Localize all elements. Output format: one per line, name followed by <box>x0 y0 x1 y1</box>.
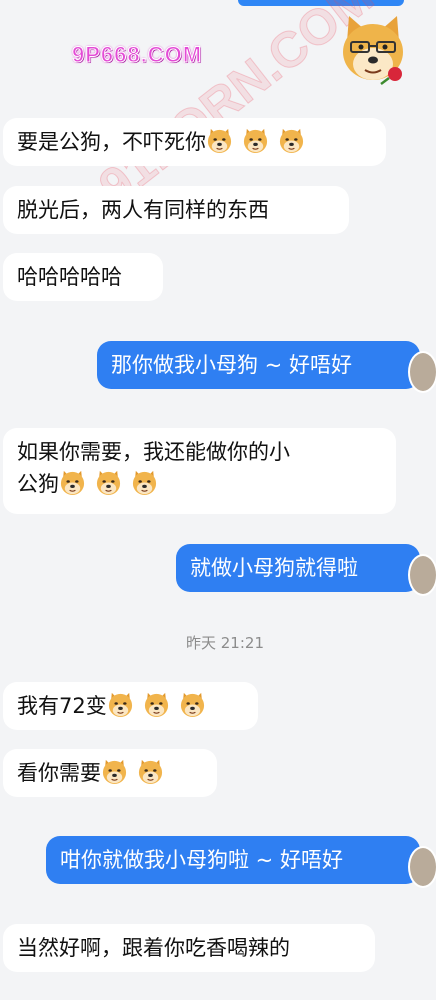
site-watermark: 9P668.COM <box>71 42 203 68</box>
outgoing-message-bubble[interactable]: 咁你就做我小母狗啦 ~ 好唔好 <box>46 836 436 888</box>
message-text: 咁你就做我小母狗啦 ~ 好唔好 <box>60 848 343 872</box>
doge-emoji-icon <box>95 469 122 496</box>
message-text: 如果你需要，我还能做你的小 <box>17 440 290 464</box>
incoming-message-bubble[interactable]: 看你需要 <box>3 749 217 797</box>
message-text: 看你需要 <box>17 761 101 785</box>
avatar[interactable] <box>408 554 436 596</box>
outgoing-message-bubble[interactable]: 那你做我小母狗 ~ 好唔好 <box>97 341 436 393</box>
doge-emoji-icon <box>137 758 164 785</box>
doge-sticker-icon <box>343 16 403 85</box>
message-text: 就做小母狗就得啦 <box>190 556 358 580</box>
timestamp: 昨天 21:21 <box>186 634 264 652</box>
doge-emoji-icon <box>143 691 170 718</box>
doge-emoji-icon <box>131 469 158 496</box>
incoming-message-bubble[interactable]: 我有72变 <box>3 682 258 730</box>
message-text: 当然好啊，跟着你吃香喝辣的 <box>17 936 290 960</box>
doge-emoji-icon <box>59 469 86 496</box>
message-text: 那你做我小母狗 ~ 好唔好 <box>111 353 352 377</box>
incoming-message-bubble[interactable]: 哈哈哈哈哈 <box>3 253 163 301</box>
message-text: 公狗 <box>17 472 59 496</box>
doge-emoji-icon <box>179 691 206 718</box>
message-text: 哈哈哈哈哈 <box>17 265 122 289</box>
message-text: 要是公狗，不吓死你 <box>17 130 206 154</box>
incoming-message-bubble[interactable]: 当然好啊，跟着你吃香喝辣的 <box>3 924 375 972</box>
avatar[interactable] <box>408 351 436 393</box>
incoming-message-bubble[interactable]: 要是公狗，不吓死你 <box>3 118 386 166</box>
doge-emoji-icon <box>101 758 128 785</box>
message-text: 我有72变 <box>17 694 107 718</box>
doge-emoji-icon <box>206 127 233 154</box>
message-text: 脱光后，两人有同样的东西 <box>17 198 269 222</box>
incoming-message-bubble[interactable]: 如果你需要，我还能做你的小 公狗 <box>3 428 396 514</box>
outgoing-message-bubble[interactable]: 就做小母狗就得啦 <box>176 544 436 596</box>
doge-emoji-icon <box>107 691 134 718</box>
incoming-message-bubble[interactable]: 脱光后，两人有同样的东西 <box>3 186 349 234</box>
avatar[interactable] <box>408 846 436 888</box>
doge-emoji-icon <box>278 127 305 154</box>
doge-emoji-icon <box>242 127 269 154</box>
